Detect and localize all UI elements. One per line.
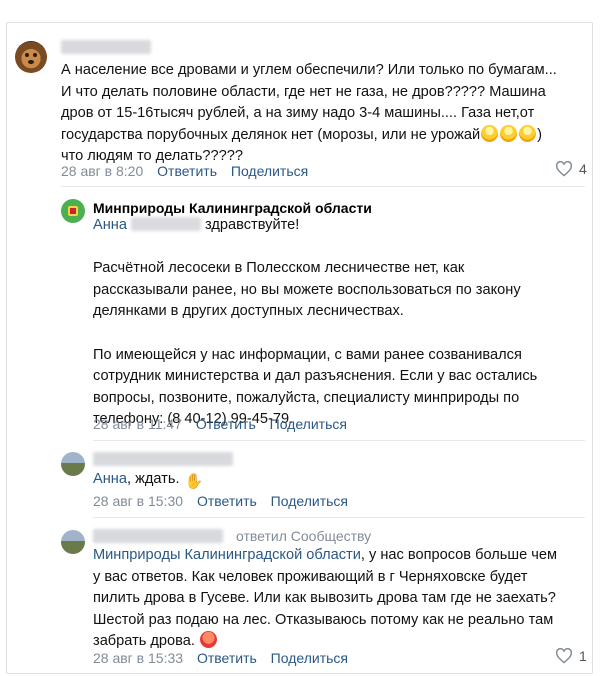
like-count: 4 [579,161,587,177]
mention-link[interactable]: Минприроды Калининградской области [93,547,361,563]
comment-text: Анна здравствуйте! Расчётной лесосеки в … [93,217,538,428]
face-screaming-in-fear-icon [500,124,518,142]
share-button[interactable]: Поделиться [271,650,348,666]
dog-avatar[interactable] [15,41,47,73]
divider [61,186,585,187]
comment-text: А население все дровами и углем обеспечи… [61,62,557,165]
flexed-biceps-icon: ✋ [184,473,204,490]
user-avatar[interactable] [61,530,85,554]
mention-surname-blurred [130,217,201,231]
like-button[interactable]: 1 [555,648,587,664]
comment-meta: 28 авг в 8:20 Ответить Поделиться [61,163,308,179]
comment-author-blurred[interactable] [93,529,223,543]
comment-text: Анна, ждать. ✋ [93,469,204,493]
like-count: 1 [579,648,587,664]
reply-button[interactable]: Ответить [197,650,257,666]
comment-meta: 28 авг в 15:30 Ответить Поделиться [93,493,348,509]
comment-time[interactable]: 28 авг в 11:47 [93,416,182,432]
replied-to-label: ответил Сообществу [236,528,372,544]
comment-time[interactable]: 28 авг в 8:20 [61,163,143,179]
mention-link[interactable]: Анна [93,471,127,487]
comment-time[interactable]: 28 авг в 15:33 [93,650,183,666]
reply-button[interactable]: Ответить [197,493,257,509]
share-button[interactable]: Поделиться [231,163,308,179]
face-screaming-in-fear-icon [481,124,499,142]
ministry-logo-avatar[interactable] [61,199,85,223]
comment-author-blurred[interactable] [93,452,233,466]
face-screaming-in-fear-icon [519,124,537,142]
comment-time[interactable]: 28 авг в 15:30 [93,493,183,509]
mention-link[interactable]: Анна [93,217,127,233]
comment-author[interactable]: Минприроды Калининградской области [93,200,372,216]
divider [93,517,585,518]
like-button[interactable]: 4 [555,161,587,177]
angry-face-icon [200,631,217,649]
comment-author-blurred[interactable] [61,40,151,54]
share-button[interactable]: Поделиться [270,416,347,432]
heart-icon [555,648,573,664]
comment-text: Минприроды Калининградской области, у на… [93,547,558,650]
reply-button[interactable]: Ответить [196,416,256,432]
comment-meta: 28 авг в 11:47 Ответить Поделиться [93,416,347,432]
comment-meta: 28 авг в 15:33 Ответить Поделиться [93,650,348,666]
heart-icon [555,161,573,177]
share-button[interactable]: Поделиться [271,493,348,509]
divider [93,440,585,441]
user-avatar[interactable] [61,452,85,476]
reply-button[interactable]: Ответить [157,163,217,179]
